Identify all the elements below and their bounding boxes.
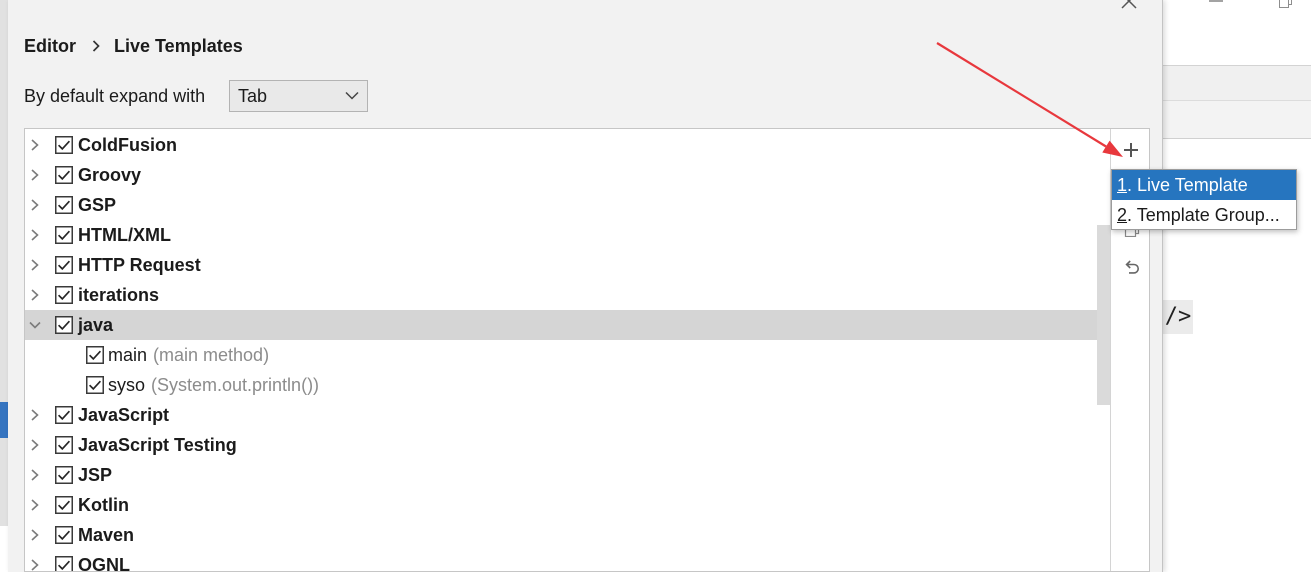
template-text: syso (System.out.println()) <box>108 370 319 400</box>
chevron-right-icon[interactable] <box>29 139 41 151</box>
group-checkbox[interactable] <box>55 436 73 454</box>
tree-group-label: JavaScript <box>78 405 170 425</box>
group-checkbox[interactable] <box>55 316 73 334</box>
code-fragment: /> <box>1163 300 1193 334</box>
template-abbreviation: main <box>108 345 148 365</box>
tree-group-label: Maven <box>78 525 135 545</box>
tree-group-row[interactable]: Kotlin <box>25 490 1110 520</box>
template-checkbox[interactable] <box>86 376 104 394</box>
tree-group-label: HTTP Request <box>78 255 201 275</box>
chevron-right-icon[interactable] <box>29 559 41 571</box>
tree-group-row[interactable]: Maven <box>25 520 1110 550</box>
scrollbar-thumb[interactable] <box>1097 225 1110 405</box>
menu-item-label: . Live Template <box>1127 175 1248 195</box>
close-icon[interactable] <box>1120 0 1138 10</box>
chevron-down-icon <box>345 91 359 100</box>
editor-breadcrumb-bar <box>1163 100 1311 139</box>
tree-group-label: JSP <box>78 465 113 485</box>
page-title: Live Templates <box>114 36 243 56</box>
group-checkbox[interactable] <box>55 226 73 244</box>
tree-group-label: HTML/XML <box>78 225 171 245</box>
chevron-right-icon[interactable] <box>29 289 41 301</box>
menu-item-label: . Template Group... <box>1127 205 1280 225</box>
group-checkbox[interactable] <box>55 526 73 544</box>
menu-item-live-template[interactable]: 1. Live Template <box>1112 170 1296 200</box>
template-checkbox[interactable] <box>86 346 104 364</box>
tree-group-label: OGNL <box>78 555 130 572</box>
menu-item-mnemonic: 1 <box>1117 175 1128 195</box>
minimize-icon[interactable] <box>1209 0 1223 2</box>
tree-group-row[interactable]: ColdFusion <box>25 130 1110 160</box>
restore-icon[interactable] <box>1278 0 1294 9</box>
tree-group-row[interactable]: JavaScript <box>25 400 1110 430</box>
chevron-right-icon[interactable] <box>29 529 41 541</box>
tree-group-row[interactable]: JSP <box>25 460 1110 490</box>
group-checkbox[interactable] <box>55 406 73 424</box>
live-templates-tree: ColdFusion Groovy GSP HTML/XML HTTP Request i… <box>24 128 1150 572</box>
chevron-down-icon[interactable] <box>29 319 41 331</box>
add-menu-popup: 1. Live Template 2. Template Group... <box>1111 169 1297 230</box>
tree-group-label: ColdFusion <box>78 135 177 155</box>
tree-group-label: iterations <box>78 285 160 305</box>
tree-group-row[interactable]: iterations <box>25 280 1110 310</box>
expand-with-value: Tab <box>238 86 268 106</box>
expand-with-select[interactable]: Tab <box>229 80 368 112</box>
template-description: (main method) <box>153 345 270 365</box>
plus-icon[interactable] <box>1123 142 1139 158</box>
editor-tab-bar <box>1163 65 1311 100</box>
group-checkbox[interactable] <box>55 196 73 214</box>
group-checkbox[interactable] <box>55 466 73 484</box>
tree-group-row[interactable]: Groovy <box>25 160 1110 190</box>
tree-group-label: java <box>78 315 114 335</box>
chevron-right-icon[interactable] <box>29 229 41 241</box>
chevron-right-icon[interactable] <box>29 169 41 181</box>
group-checkbox[interactable] <box>55 286 73 304</box>
settings-nav-selection[interactable] <box>0 402 8 438</box>
menu-item-template-group[interactable]: 2. Template Group... <box>1112 200 1296 230</box>
group-checkbox[interactable] <box>55 496 73 514</box>
template-list: ColdFusion Groovy GSP HTML/XML HTTP Request i… <box>25 129 1110 572</box>
template-row[interactable]: syso (System.out.println()) <box>25 370 1110 400</box>
settings-dialog: Editor Live Templates By default expand … <box>8 0 1163 572</box>
settings-nav-edge <box>0 0 8 526</box>
tree-group-row[interactable]: HTTP Request <box>25 250 1110 280</box>
expand-with-label: By default expand with <box>24 86 206 106</box>
tree-group-label: JavaScript Testing <box>78 435 237 455</box>
tree-group-row[interactable]: java <box>25 310 1110 340</box>
background-editor: /> <box>1163 0 1311 572</box>
undo-icon[interactable] <box>1123 258 1141 276</box>
tree-group-label: Kotlin <box>78 495 129 515</box>
chevron-right-icon[interactable] <box>29 439 41 451</box>
group-checkbox[interactable] <box>55 136 73 154</box>
template-abbreviation: syso <box>108 375 146 395</box>
breadcrumb-editor[interactable]: Editor <box>24 34 76 58</box>
chevron-right-icon[interactable] <box>29 499 41 511</box>
tree-group-label: Groovy <box>78 165 142 185</box>
tree-group-row[interactable]: JavaScript Testing <box>25 430 1110 460</box>
template-text: main (main method) <box>108 340 269 370</box>
template-description: (System.out.println()) <box>151 375 320 395</box>
chevron-right-icon[interactable] <box>29 409 41 421</box>
tree-group-label: GSP <box>78 195 117 215</box>
group-checkbox[interactable] <box>55 556 73 571</box>
chevron-right-icon[interactable] <box>29 199 41 211</box>
menu-item-mnemonic: 2 <box>1117 205 1128 225</box>
tree-group-row[interactable]: GSP <box>25 190 1110 220</box>
group-checkbox[interactable] <box>55 256 73 274</box>
template-row[interactable]: main (main method) <box>25 340 1110 370</box>
tree-group-row[interactable]: OGNL <box>25 550 1110 572</box>
chevron-right-icon <box>92 40 100 52</box>
tree-group-row[interactable]: HTML/XML <box>25 220 1110 250</box>
chevron-right-icon[interactable] <box>29 259 41 271</box>
chevron-right-icon[interactable] <box>29 469 41 481</box>
group-checkbox[interactable] <box>55 166 73 184</box>
